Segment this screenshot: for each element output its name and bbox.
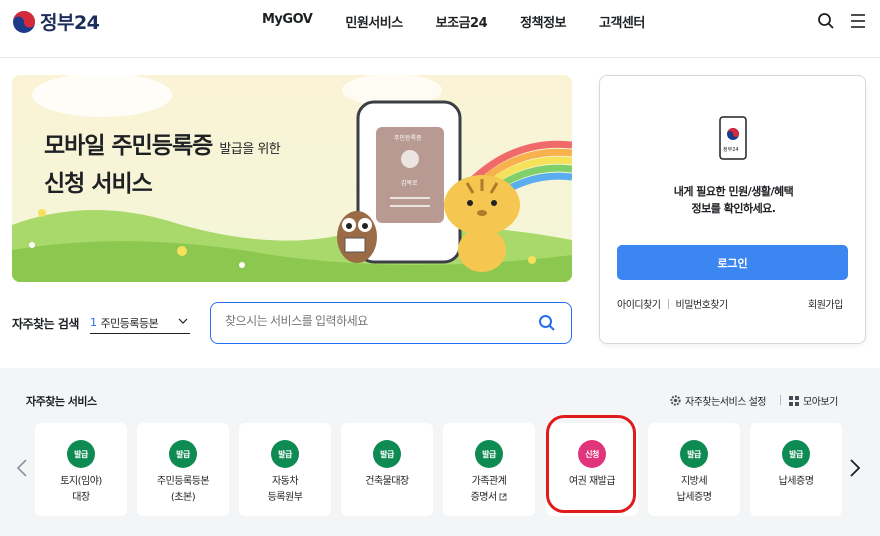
service-card-local-tax-certificate[interactable]: 발급 지방세 납세증명 bbox=[648, 423, 740, 516]
phone-label: 정부24 bbox=[723, 147, 739, 153]
promo-banner[interactable]: 모바일 주민등록증 발급을 위한 신청 서비스 주민등록증 김복로 bbox=[12, 75, 572, 282]
service-label-line1: 건축물대장 bbox=[365, 476, 409, 487]
frequent-search-select[interactable]: 1 주민등록등본 bbox=[90, 312, 190, 334]
grid-icon bbox=[789, 395, 799, 406]
service-label-line2: 증명서 bbox=[470, 492, 498, 503]
banner-title-line2: 신청 서비스 bbox=[44, 171, 153, 197]
login-card: 정부24 내게 필요한 민원/생활/혜택 정보를 확인하세요. 로그인 아이디찾… bbox=[599, 75, 866, 344]
service-card-vehicle-register[interactable]: 발급 자동차 등록원부 bbox=[239, 423, 331, 516]
service-label: 주민등록등본 (초본) bbox=[137, 474, 229, 506]
issue-badge: 발급 bbox=[373, 440, 401, 468]
main-nav: MyGOV 민원서비스 보조금24 정책정보 고객센터 bbox=[262, 12, 678, 31]
frequent-services-title: 자주찾는 서비스 bbox=[26, 395, 97, 408]
service-label: 가족관계 증명서 bbox=[443, 474, 535, 506]
find-password-link[interactable]: 비밀번호찾기 bbox=[676, 296, 729, 311]
gear-icon bbox=[670, 395, 681, 406]
view-all-link[interactable]: 모아보기 bbox=[789, 393, 838, 408]
service-label-line2: (초본) bbox=[170, 492, 196, 503]
phone-icon bbox=[719, 116, 747, 160]
service-card-family-certificate[interactable]: 발급 가족관계 증명서 bbox=[443, 423, 535, 516]
search-input[interactable] bbox=[225, 314, 525, 328]
login-message: 내게 필요한 민원/생활/혜택 정보를 확인하세요. bbox=[600, 183, 867, 217]
banner-title-small: 발급을 위한 bbox=[219, 142, 281, 157]
logo-text: 정부24 bbox=[40, 12, 100, 34]
service-label-line1: 자동차 bbox=[271, 476, 299, 487]
service-label-line1: 토지(임야) bbox=[60, 476, 102, 487]
login-button[interactable]: 로그인 bbox=[617, 245, 848, 280]
service-card-building-register[interactable]: 발급 건축물대장 bbox=[341, 423, 433, 516]
link-divider bbox=[667, 298, 669, 309]
service-label: 자동차 등록원부 bbox=[239, 474, 331, 506]
service-card-tax-certificate[interactable]: 발급 납세증명 bbox=[750, 423, 842, 516]
issue-badge: 발급 bbox=[475, 440, 503, 468]
find-id-link[interactable]: 아이디찾기 bbox=[617, 296, 661, 311]
service-card-land-register[interactable]: 발급 토지(임야) 대장 bbox=[35, 423, 127, 516]
service-card-resident-register[interactable]: 발급 주민등록등본 (초본) bbox=[137, 423, 229, 516]
frequent-services-section: 자주찾는 서비스 자주찾는서비스 설정 모아보기 발급 토지(임야) 대장 발급 bbox=[0, 368, 880, 536]
service-label: 토지(임야) 대장 bbox=[35, 474, 127, 506]
taegeuk-emblem-icon bbox=[13, 10, 35, 33]
nav-policy-info[interactable]: 정책정보 bbox=[520, 12, 566, 31]
nav-customer-center[interactable]: 고객센터 bbox=[599, 12, 645, 31]
login-message-line1: 내게 필요한 민원/생활/혜택 bbox=[673, 185, 794, 198]
issue-badge: 발급 bbox=[169, 440, 197, 468]
frequent-services-settings[interactable]: 자주찾는서비스 설정 bbox=[670, 393, 766, 408]
account-links: 아이디찾기 비밀번호찾기 bbox=[617, 296, 728, 311]
issue-badge: 발급 bbox=[680, 440, 708, 468]
service-label-line1: 지방세 bbox=[680, 476, 708, 487]
service-label-line1: 납세증명 bbox=[778, 476, 814, 487]
banner-card-name: 김복로 bbox=[401, 180, 418, 187]
settings-label: 자주찾는서비스 설정 bbox=[685, 397, 766, 408]
banner-card-label: 주민등록증 bbox=[394, 135, 422, 142]
service-label-line1: 가족관계 bbox=[471, 476, 507, 487]
divider bbox=[780, 395, 781, 405]
view-all-label: 모아보기 bbox=[803, 397, 838, 408]
logo[interactable]: 정부24 bbox=[12, 8, 100, 35]
service-label: 지방세 납세증명 bbox=[648, 474, 740, 506]
frequent-search-value: 주민등록등본 bbox=[100, 316, 159, 330]
highlight-outline bbox=[546, 415, 636, 513]
header: 정부24 MyGOV 민원서비스 보조금24 정책정보 고객센터 bbox=[0, 0, 880, 58]
service-label-line1: 주민등록등본 bbox=[156, 476, 210, 487]
issue-badge: 발급 bbox=[271, 440, 299, 468]
search-box bbox=[210, 302, 572, 344]
issue-badge: 발급 bbox=[67, 440, 95, 468]
search-icon[interactable] bbox=[538, 314, 556, 332]
join-link[interactable]: 회원가입 bbox=[808, 296, 843, 311]
frequent-search-label: 자주찾는 검색 bbox=[12, 317, 79, 331]
service-label-line2: 등록원부 bbox=[267, 492, 303, 503]
external-link-icon bbox=[499, 493, 507, 501]
service-label: 건축물대장 bbox=[341, 474, 433, 490]
nav-subsidy24[interactable]: 보조금24 bbox=[436, 12, 488, 31]
chevron-left-icon[interactable] bbox=[16, 459, 28, 477]
nav-mygov[interactable]: MyGOV bbox=[262, 12, 313, 31]
chevron-right-icon[interactable] bbox=[849, 459, 861, 477]
frequent-search-rank: 1 bbox=[90, 316, 97, 329]
nav-civil-services[interactable]: 민원서비스 bbox=[345, 12, 403, 31]
menu-icon[interactable] bbox=[850, 13, 866, 29]
chevron-down-icon bbox=[178, 318, 188, 324]
service-label-line2: 대장 bbox=[72, 492, 90, 503]
issue-badge: 발급 bbox=[782, 440, 810, 468]
search-icon[interactable] bbox=[817, 12, 835, 30]
login-message-line2: 정보를 확인하세요. bbox=[691, 202, 776, 215]
service-label-line2: 납세증명 bbox=[676, 492, 712, 503]
service-label: 납세증명 bbox=[750, 474, 842, 490]
banner-title: 모바일 주민등록증 발급을 위한 신청 서비스 bbox=[44, 129, 281, 201]
banner-title-main: 모바일 주민등록증 bbox=[44, 133, 213, 159]
